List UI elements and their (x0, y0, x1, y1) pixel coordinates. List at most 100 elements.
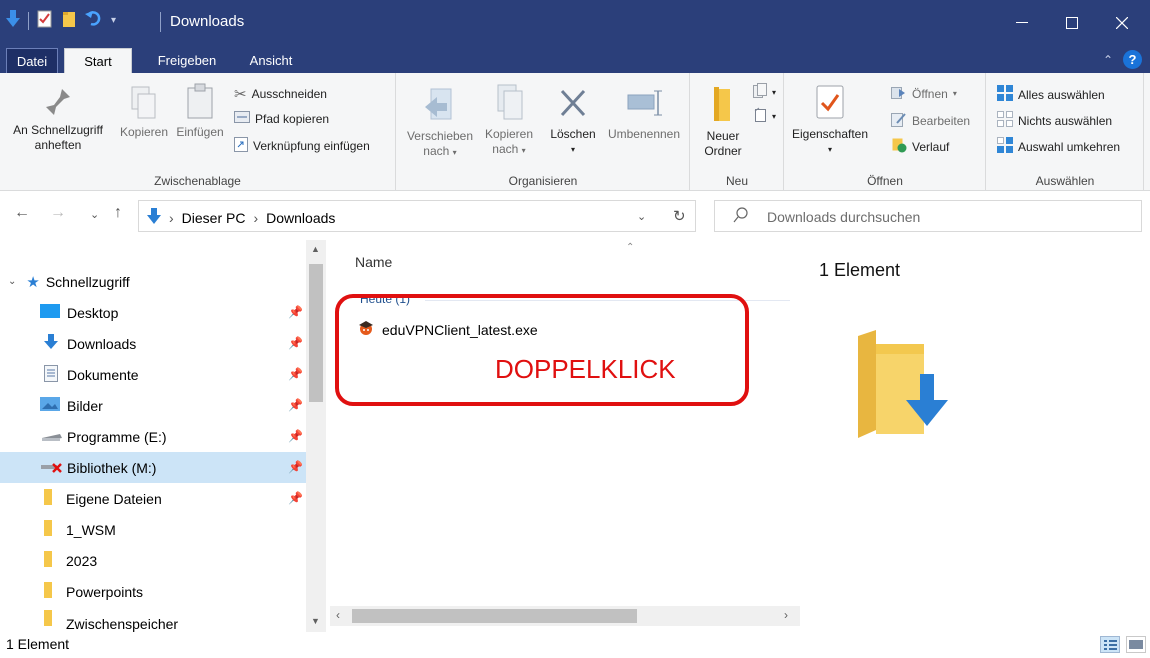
disconnected-drive-icon (40, 459, 64, 476)
rename-button[interactable]: Umbenennen (603, 85, 685, 142)
up-arrow-icon[interactable]: ↑ (114, 204, 122, 222)
easy-access-button[interactable]: ▾ (753, 107, 776, 126)
sidebar-item-label: Powerpoints (66, 583, 144, 600)
open-label: Öffnen (912, 86, 948, 101)
collapse-ribbon-icon[interactable]: ⌃ (1103, 53, 1113, 67)
minimize-button[interactable] (997, 0, 1047, 45)
divider (160, 12, 161, 32)
select-group: Alles auswählen Nichts auswählen Auswahl… (987, 73, 1144, 191)
sidebar-item-1-wsm[interactable]: 1_WSM (0, 514, 306, 545)
maximize-button[interactable] (1047, 0, 1097, 45)
sidebar-scrollbar-thumb[interactable] (309, 264, 323, 402)
undo-icon[interactable] (85, 10, 103, 31)
tab-freigeben[interactable]: Freigeben (152, 48, 222, 73)
pin-icon[interactable]: 📌 (288, 491, 303, 505)
pin-icon[interactable]: 📌 (288, 398, 303, 412)
pin-label: An Schnellzugriff (13, 123, 103, 137)
new-group-label: Neu (725, 174, 748, 188)
address-dropdown-chevron-icon[interactable]: ⌄ (637, 210, 646, 223)
pin-icon[interactable]: 📌 (288, 305, 303, 319)
expand-chevron-icon[interactable]: ⌄ (8, 276, 16, 287)
delete-button[interactable]: Löschen ▾ (545, 85, 601, 157)
history-button[interactable]: Verlauf (891, 137, 949, 156)
pin-quick-access-button[interactable]: An Schnellzugriff anheften (4, 85, 112, 153)
column-header-name[interactable]: Name (355, 254, 392, 270)
new-folder-label-2: Ordner (704, 144, 742, 158)
sidebar-item-2023[interactable]: 2023 (0, 545, 306, 576)
pin-icon[interactable]: 📌 (288, 429, 303, 443)
breadcrumb-downloads[interactable]: Downloads (266, 210, 335, 226)
folder-icon (44, 520, 52, 539)
sidebar-item-pictures[interactable]: Bilder 📌 (0, 390, 306, 421)
rename-label: Umbenennen (607, 127, 681, 141)
forward-arrow-icon[interactable]: → (50, 204, 66, 222)
customize-qa-chevron-icon[interactable]: ▾ (111, 15, 116, 26)
back-arrow-icon[interactable]: ← (14, 204, 30, 222)
tab-ansicht[interactable]: Ansicht (246, 48, 296, 73)
pin-icon[interactable]: 📌 (288, 367, 303, 381)
refresh-icon[interactable]: ↻ (673, 207, 686, 225)
divider (28, 11, 29, 30)
move-to-button[interactable]: Verschieben nach ▾ (403, 85, 477, 160)
copy-to-button[interactable]: Kopieren nach ▾ (479, 83, 539, 158)
new-folder-qa-icon[interactable] (61, 10, 77, 31)
tab-datei[interactable]: Datei (6, 48, 58, 73)
scroll-right-icon[interactable]: › (784, 608, 788, 622)
scroll-down-icon[interactable]: ▼ (311, 616, 320, 626)
edit-button[interactable]: Bearbeiten (891, 111, 970, 130)
copy-icon (131, 86, 156, 119)
sidebar-item-downloads[interactable]: Downloads 📌 (0, 328, 306, 359)
open-icon (891, 85, 907, 102)
close-button[interactable] (1097, 0, 1147, 45)
highlight-box (335, 294, 749, 406)
sidebar-item-powerpoints[interactable]: Powerpoints (0, 576, 306, 607)
properties-qa-icon[interactable] (37, 10, 53, 31)
breadcrumb-separator-icon: › (169, 210, 174, 226)
horizontal-scrollbar[interactable]: ‹ › (330, 606, 800, 626)
scroll-up-icon[interactable]: ▲ (311, 244, 320, 254)
pin-icon[interactable]: 📌 (288, 336, 303, 350)
copy-button[interactable]: Kopieren (116, 85, 172, 140)
window-title: Downloads (170, 13, 245, 30)
sidebar-scrollbar[interactable]: ▲ ▼ (306, 240, 326, 632)
pin-icon[interactable]: 📌 (288, 460, 303, 474)
sidebar-item-bibliothek[interactable]: Bibliothek (M:) 📌 (0, 452, 306, 483)
sidebar-item-eigene-dateien[interactable]: Eigene Dateien 📌 (0, 483, 306, 514)
sidebar-item-label: Zwischenspeicher (66, 615, 179, 632)
scroll-left-icon[interactable]: ‹ (336, 608, 340, 622)
horizontal-scrollbar-thumb[interactable] (352, 609, 637, 623)
cut-button[interactable]: ✂ Ausschneiden (234, 85, 327, 103)
copy-path-button[interactable]: Pfad kopieren (234, 111, 329, 126)
recent-locations-chevron-icon[interactable]: ⌄ (90, 208, 99, 221)
download-arrow-icon (6, 10, 20, 31)
new-folder-label: Neuer (706, 129, 740, 143)
paste-button[interactable]: Einfügen (172, 83, 228, 140)
sidebar-item-programme[interactable]: Programme (E:) 📌 (0, 421, 306, 452)
pictures-icon (40, 397, 60, 414)
properties-button[interactable]: Eigenschaften ▾ (787, 83, 873, 157)
sidebar-item-quick-access[interactable]: ⌄ ★ Schnellzugriff (0, 266, 306, 297)
details-view-button[interactable] (1100, 636, 1120, 653)
sidebar-item-zwischenspeicher[interactable]: Zwischenspeicher (0, 607, 306, 632)
help-icon[interactable]: ? (1123, 50, 1142, 69)
new-item-button[interactable]: ▾ (753, 83, 776, 102)
paste-shortcut-button[interactable]: Verknüpfung einfügen (234, 137, 370, 155)
tab-start[interactable]: Start (64, 48, 132, 73)
folder-icon (44, 582, 52, 601)
navigation-row: ← → ⌄ ↑ › Dieser PC › Downloads ⌄ ↻ Down… (0, 196, 1150, 236)
new-folder-button[interactable]: Neuer Ordner (697, 83, 749, 159)
select-all-button[interactable]: Alles auswählen (997, 85, 1105, 104)
sidebar-item-desktop[interactable]: Desktop 📌 (0, 297, 306, 328)
open-group-label: Öffnen (867, 174, 903, 188)
breadcrumb-this-pc[interactable]: Dieser PC (182, 210, 246, 226)
sidebar-item-label: Dokumente (67, 366, 139, 383)
sidebar-item-documents[interactable]: Dokumente 📌 (0, 359, 306, 390)
search-input[interactable]: Downloads durchsuchen (714, 200, 1142, 232)
address-bar[interactable]: › Dieser PC › Downloads ⌄ ↻ (138, 200, 696, 232)
folder-icon (44, 610, 52, 629)
large-icons-view-button[interactable] (1126, 636, 1146, 653)
select-none-button[interactable]: Nichts auswählen (997, 111, 1112, 130)
quick-access-toolbar: ▾ (6, 10, 116, 31)
invert-selection-button[interactable]: Auswahl umkehren (997, 137, 1120, 156)
open-button[interactable]: Öffnen ▾ (891, 85, 957, 102)
